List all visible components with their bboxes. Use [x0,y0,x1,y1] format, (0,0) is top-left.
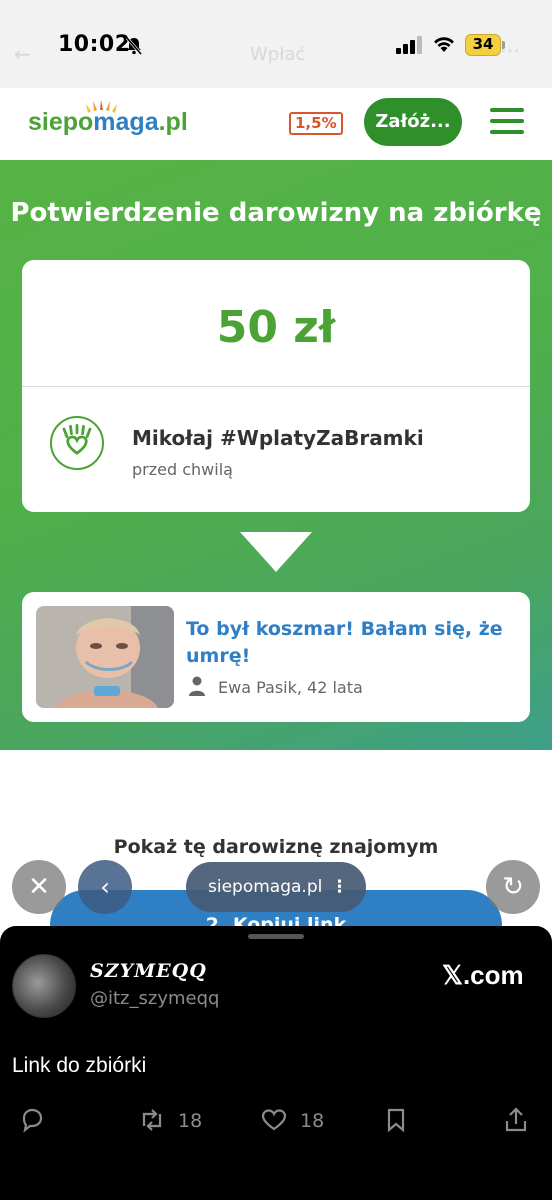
more-options-icon[interactable]: ⋮ [331,862,348,912]
campaign-title[interactable]: To był koszmar! Bałam się, że umrę! [186,616,516,670]
post-actions: 18 18 [0,1106,552,1140]
battery-tip [502,41,505,49]
logo-sun-icon [86,100,117,113]
author-handle[interactable]: @itz_szymeqq [90,988,219,1009]
card-divider [22,386,530,387]
donation-card: 50 zł Mikołaj #WplatyZaBramki przed chwi… [22,260,530,512]
close-browser-button[interactable]: ✕ [12,860,66,914]
one-point-five-percent-badge[interactable]: 1,5% [289,112,343,135]
donor-hand-heart-icon [50,416,104,470]
status-bar: ← 10:02 Wpłać ⋯ 34 [0,0,552,88]
ghost-page-title: Wpłać [250,44,306,65]
campaign-card[interactable]: To był koszmar! Bałam się, że umrę! Ewa … [22,592,530,722]
site-header: siepomaga.pl 1,5% Załóż... [0,88,552,160]
campaign-author: Ewa Pasik, 42 lata [218,678,363,697]
share-icon [505,1107,527,1132]
down-arrow-icon [240,532,312,572]
author-avatar[interactable] [12,954,76,1018]
campaign-photo [36,606,174,708]
browser-toolbar: ✕ ‹ siepomaga.pl ⋮ ↻ [0,860,552,916]
share-button[interactable] [502,1106,530,1140]
reload-button[interactable]: ↻ [486,860,540,914]
x-post-panel: SZYMEQQ @itz_szymeqq 𝕏.com Link do zbiór… [0,926,552,1200]
donor-time: przed chwilą [132,460,233,479]
bookmark-button[interactable] [382,1106,410,1140]
create-fundraiser-button[interactable]: Załóż... [364,98,462,146]
logo-text-3: .pl [158,108,188,136]
page-title: Potwierdzenie darowizny na zbiórkę [10,198,542,228]
bell-muted-icon [125,37,143,55]
url-bar[interactable]: siepomaga.pl ⋮ [186,862,366,912]
donation-amount: 50 zł [216,302,336,353]
x-com-label[interactable]: 𝕏.com [442,960,524,991]
author-display-name[interactable]: SZYMEQQ [90,960,207,982]
reply-icon [22,1108,43,1133]
repost-button[interactable]: 18 [138,1106,202,1140]
post-text: Link do zbiórki [12,1054,147,1077]
repost-count: 18 [178,1110,203,1132]
confirmation-section: Potwierdzenie darowizny na zbiórkę 50 zł… [0,160,552,750]
reply-button[interactable] [18,1106,46,1140]
url-text: siepomaga.pl [208,877,323,897]
like-button[interactable]: 18 [260,1106,324,1140]
heart-icon [261,1109,287,1131]
status-time: 10:02 [58,32,131,57]
wifi-icon [434,37,454,52]
donor-name: Mikołaj #WplatyZaBramki [132,426,424,450]
repost-icon [142,1109,162,1131]
menu-icon[interactable] [490,108,524,136]
drag-handle[interactable] [248,934,304,939]
cellular-signal-icon [396,36,422,54]
ghost-back-icon: ← [14,42,31,66]
bookmark-icon [387,1108,405,1133]
like-count: 18 [300,1110,325,1132]
person-icon [189,676,205,696]
back-button[interactable]: ‹ [78,860,132,914]
battery-indicator: 34 [465,34,501,56]
share-heading: Pokaż tę darowiznę znajomym [113,836,439,858]
